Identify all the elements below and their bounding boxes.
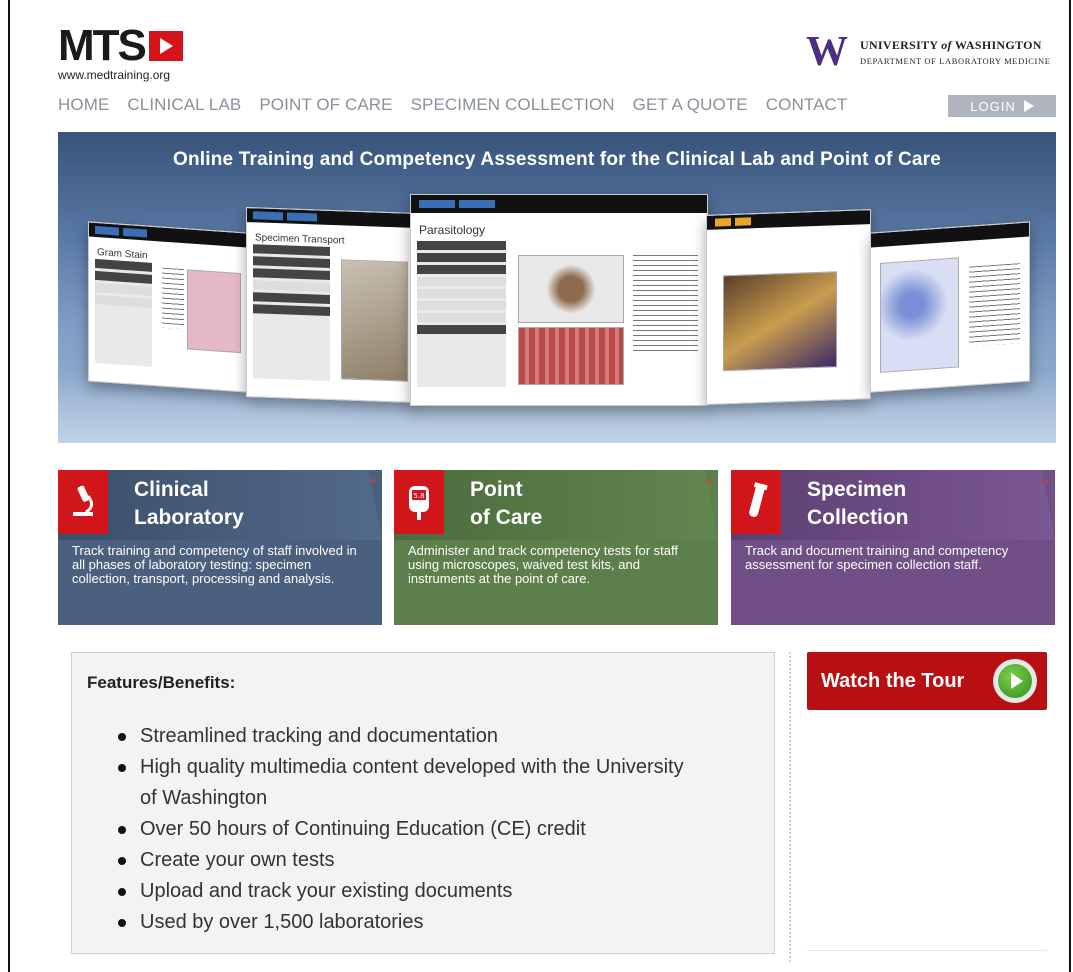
column-divider [789,652,791,962]
login-label: LOGIN [970,98,1016,114]
screenshot-collection [706,209,871,405]
nav-home[interactable]: HOME [58,95,109,115]
logo-text: MTS [58,21,147,70]
nav-specimen-collection[interactable]: SPECIMEN COLLECTION [411,95,615,115]
sidebar-rule [807,950,1047,951]
play-flag-icon [148,31,183,61]
list-item: Create your own tests [118,845,698,876]
watch-tour-button[interactable]: Watch the Tour [807,652,1047,710]
tile-desc: Administer and track competency tests fo… [408,543,678,586]
tile-title: Clinical Laboratory [134,478,244,529]
play-icon [993,659,1037,703]
expand-arrow-icon: ⇢ [366,475,376,487]
features-heading: Features/Benefits: [87,673,236,692]
nav-point-of-care[interactable]: POINT OF CARE [259,95,392,115]
nav-get-a-quote[interactable]: GET A QUOTE [633,95,748,115]
tile-title: Point of Care [470,478,543,529]
tile-desc: Track training and competency of staff i… [72,543,357,586]
features-list: Streamlined tracking and documentation H… [118,721,698,938]
arrow-right-icon [1023,100,1034,112]
tile-clinical-laboratory[interactable]: Clinical Laboratory ⇢ Track training and … [58,470,382,625]
expand-arrow-icon: ⇢ [702,475,712,487]
test-tube-icon [731,470,781,534]
hero-title: Online Training and Competency Assessmen… [172,149,942,170]
list-item: Used by over 1,500 laboratories [118,907,698,938]
svg-text:5.8: 5.8 [413,492,424,500]
glucometer-icon: 5.8 [394,470,444,534]
watch-tour-label: Watch the Tour [821,669,965,692]
tile-title: Specimen Collection [807,478,909,529]
uw-logo[interactable]: W UNIVERSITY of WASHINGTON DEPARTMENT OF… [806,29,1051,75]
hero-banner: Online Training and Competency Assessmen… [58,132,1056,443]
login-button[interactable]: LOGIN [948,95,1056,117]
nav-clinical-lab[interactable]: CLINICAL LAB [127,95,241,115]
list-item: Streamlined tracking and documentation [118,721,698,752]
list-item: High quality multimedia content develope… [118,752,698,814]
tile-desc: Track and document training and competen… [745,543,1009,572]
main-nav: HOME CLINICAL LAB POINT OF CARE SPECIMEN… [58,95,865,115]
mts-logo[interactable]: MTS www.medtraining.org [58,21,183,82]
list-item: Over 50 hours of Continuing Education (C… [118,814,698,845]
uw-w-icon: W [806,29,848,75]
screenshot-cells [870,221,1030,393]
microscope-icon [58,470,108,534]
logo-url: www.medtraining.org [58,68,171,82]
expand-arrow-icon: ⇢ [1039,475,1049,487]
screenshot-specimen-transport: Specimen Transport [246,207,416,403]
list-item: Upload and track your existing documents [118,876,698,907]
tile-specimen-collection[interactable]: Specimen Collection ⇢ Track and document … [731,470,1055,625]
screenshot-parasitology: Parasitology [410,194,708,406]
tile-point-of-care[interactable]: 5.8 Point of Care ⇢ Administer and track … [394,470,718,625]
features-box: Features/Benefits: Streamlined tracking … [71,652,775,954]
screenshot-gram-stain: Gram Stain [88,221,248,393]
nav-contact[interactable]: CONTACT [766,95,848,115]
uw-name: UNIVERSITY of WASHINGTON [860,38,1042,52]
uw-dept: DEPARTMENT OF LABORATORY MEDICINE [860,56,1051,66]
